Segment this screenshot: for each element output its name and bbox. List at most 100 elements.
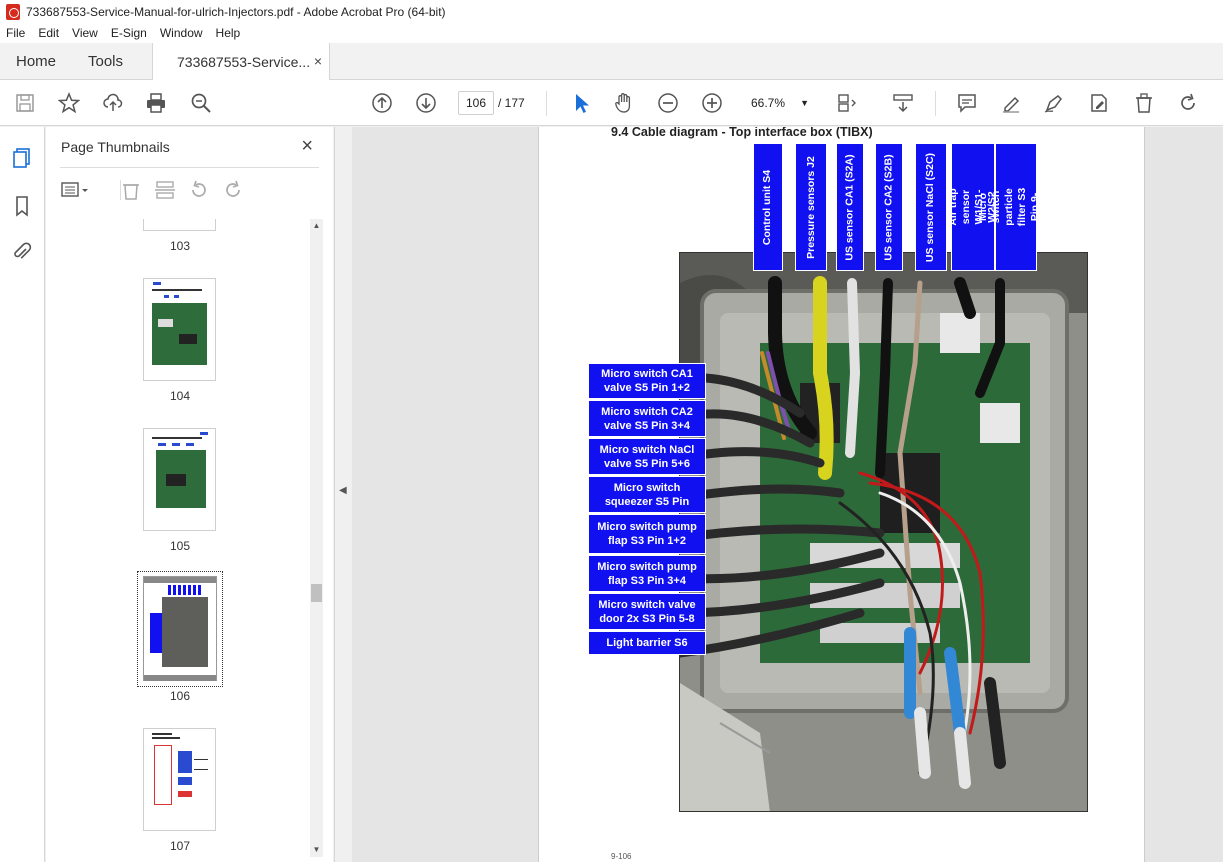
label-micro-switch-squeezer: Micro switch squeezer S5 Pin bbox=[588, 476, 706, 513]
label-micro-switch-pump-flap-1: Micro switch pump flap S3 Pin 1+2 bbox=[588, 514, 706, 554]
label-text: Micro switch pump flap S3 Pin 1+2 bbox=[597, 521, 697, 547]
label-text: Micro switch squeezer S5 Pin bbox=[604, 481, 690, 508]
share-upload-icon[interactable] bbox=[101, 91, 125, 115]
label-text: US sensor CA1 (S2A) bbox=[843, 153, 856, 261]
page-total: / 177 bbox=[498, 96, 525, 110]
label-pressure-sensors: Pressure sensors J2 bbox=[795, 143, 827, 271]
attachments-icon[interactable] bbox=[11, 241, 33, 263]
page-thumbnail-106-selected[interactable] bbox=[137, 571, 223, 687]
page-thumbnail-107[interactable] bbox=[143, 728, 216, 831]
delete-page-icon[interactable] bbox=[120, 179, 142, 201]
label-micro-switch-ca1: Micro switch CA1 valve S5 Pin 1+2 bbox=[588, 363, 706, 399]
interface-box-photo bbox=[679, 252, 1088, 812]
thumbnail-label: 106 bbox=[169, 689, 191, 703]
edit-document-icon[interactable] bbox=[1087, 91, 1111, 115]
menu-view[interactable]: View bbox=[72, 26, 98, 40]
toolbar-separator bbox=[935, 91, 936, 116]
label-text: Control unit S4 bbox=[761, 169, 774, 245]
label-text: Pressure sensors J2 bbox=[804, 155, 817, 259]
page-thumbnail-104[interactable] bbox=[143, 278, 216, 381]
chevron-down-icon: ▼ bbox=[800, 98, 809, 108]
bookmark-star-icon[interactable] bbox=[57, 91, 81, 115]
thumbnail-toolbar bbox=[60, 177, 330, 203]
zoom-search-icon[interactable] bbox=[189, 91, 213, 115]
comment-icon[interactable] bbox=[955, 91, 979, 115]
page-number-input[interactable]: 106 bbox=[458, 91, 494, 115]
label-micro-switch-valve-door: Micro switch valve door 2x S3 Pin 5-8 bbox=[588, 593, 706, 630]
zoom-out-icon[interactable] bbox=[656, 91, 680, 115]
menu-bar: File Edit View E-Sign Window Help bbox=[0, 23, 1223, 43]
label-text: Light barrier S6 bbox=[606, 637, 688, 649]
scroll-mode-icon[interactable] bbox=[891, 91, 915, 115]
page-thumbnail-103[interactable] bbox=[143, 219, 216, 231]
menu-esign[interactable]: E-Sign bbox=[111, 26, 147, 40]
label-micro-switch-ca2: Micro switch CA2 valve S5 Pin 3+4 bbox=[588, 400, 706, 437]
menu-help[interactable]: Help bbox=[216, 26, 241, 40]
highlight-pen-icon[interactable] bbox=[999, 91, 1023, 115]
thumbnails-panel: Page Thumbnails × 103 104 105 106 107 ▲ … bbox=[46, 127, 333, 862]
thumbnail-label: 107 bbox=[169, 839, 191, 853]
extract-page-icon[interactable] bbox=[154, 179, 176, 201]
thumbnail-options-icon[interactable] bbox=[60, 179, 88, 201]
title-bar: 733687553-Service-Manual-for-ulrich-Inje… bbox=[0, 0, 1223, 23]
divider bbox=[60, 167, 319, 168]
left-rail bbox=[0, 127, 45, 862]
window-title: 733687553-Service-Manual-for-ulrich-Inje… bbox=[26, 4, 446, 19]
rotate-right-icon[interactable] bbox=[222, 179, 244, 201]
thumbnail-label: 104 bbox=[169, 389, 191, 403]
tab-home[interactable]: Home bbox=[16, 43, 56, 80]
label-us-sensor-nacl: US sensor NaCl (S2C) bbox=[915, 143, 947, 271]
section-heading: 9.4 Cable diagram - Top interface box (T… bbox=[611, 127, 873, 139]
bookmarks-icon[interactable] bbox=[11, 195, 33, 217]
label-text: Micro switch pump flap S3 Pin 3+4 bbox=[597, 560, 697, 587]
label-micro-switch-particle-filter: Micro switch particle filter S3 Pin 9-10 bbox=[977, 143, 1054, 271]
thumbnail-label: 105 bbox=[169, 539, 191, 553]
chevron-left-icon: ◀ bbox=[339, 485, 347, 496]
tab-document[interactable]: 733687553-Service... × bbox=[152, 43, 330, 81]
document-viewport[interactable]: 9.4 Cable diagram - Top interface box (T… bbox=[352, 127, 1223, 862]
zoom-value: 66.7% bbox=[751, 96, 786, 110]
label-us-sensor-ca1: US sensor CA1 (S2A) bbox=[836, 143, 864, 271]
menu-window[interactable]: Window bbox=[160, 26, 203, 40]
panel-title: Page Thumbnails bbox=[61, 139, 170, 155]
menu-edit[interactable]: Edit bbox=[38, 26, 59, 40]
select-cursor-icon[interactable] bbox=[569, 91, 593, 115]
label-text: Micro switch valve door 2x S3 Pin 5-8 bbox=[598, 598, 696, 625]
label-control-unit: Control unit S4 bbox=[753, 143, 783, 271]
tab-close-icon[interactable]: × bbox=[314, 53, 322, 69]
label-text: Micro switch CA1 valve S5 Pin 1+2 bbox=[601, 368, 693, 394]
page-display-icon[interactable] bbox=[835, 91, 859, 115]
tab-document-label: 733687553-Service... bbox=[177, 54, 311, 70]
pdf-page: 9.4 Cable diagram - Top interface box (T… bbox=[538, 127, 1145, 862]
zoom-dropdown[interactable]: 66.7% ▼ bbox=[743, 92, 813, 114]
save-icon[interactable] bbox=[13, 91, 37, 115]
delete-trash-icon[interactable] bbox=[1132, 91, 1156, 115]
label-text: Micro switch particle filter S3 Pin 9-10 bbox=[977, 187, 1054, 227]
next-page-icon[interactable] bbox=[414, 91, 438, 115]
print-icon[interactable] bbox=[144, 91, 168, 115]
page-footer: 9-106 bbox=[611, 852, 632, 861]
label-micro-switch-nacl: Micro switch NaCl valve S5 Pin 5+6 bbox=[588, 438, 706, 475]
acrobat-icon bbox=[6, 3, 20, 20]
scroll-thumb[interactable] bbox=[311, 584, 322, 602]
rotate-left-icon[interactable] bbox=[188, 179, 210, 201]
page-thumbnail-105[interactable] bbox=[143, 428, 216, 531]
label-text: Micro switch NaCl valve S5 Pin 5+6 bbox=[599, 443, 695, 470]
previous-page-icon[interactable] bbox=[370, 91, 394, 115]
menu-file[interactable]: File bbox=[6, 26, 25, 40]
label-light-barrier: Light barrier S6 bbox=[588, 631, 706, 655]
hand-tool-icon[interactable] bbox=[612, 91, 636, 115]
thumbnail-scrollbar[interactable]: ▲ ▼ bbox=[310, 219, 323, 857]
thumbnail-label: 103 bbox=[169, 239, 191, 253]
redo-rotate-icon[interactable] bbox=[1176, 91, 1200, 115]
scroll-down-icon[interactable]: ▼ bbox=[310, 843, 323, 857]
collapse-panel-handle[interactable]: ◀ bbox=[334, 127, 351, 862]
close-icon[interactable]: × bbox=[301, 135, 313, 158]
sign-pen-icon[interactable] bbox=[1042, 91, 1066, 115]
label-text: US sensor NaCl (S2C) bbox=[924, 152, 937, 262]
zoom-in-icon[interactable] bbox=[700, 91, 724, 115]
tab-tools[interactable]: Tools bbox=[88, 43, 123, 80]
page-thumbnails-icon[interactable] bbox=[11, 147, 33, 169]
main-toolbar bbox=[0, 80, 1223, 126]
scroll-up-icon[interactable]: ▲ bbox=[310, 219, 323, 233]
